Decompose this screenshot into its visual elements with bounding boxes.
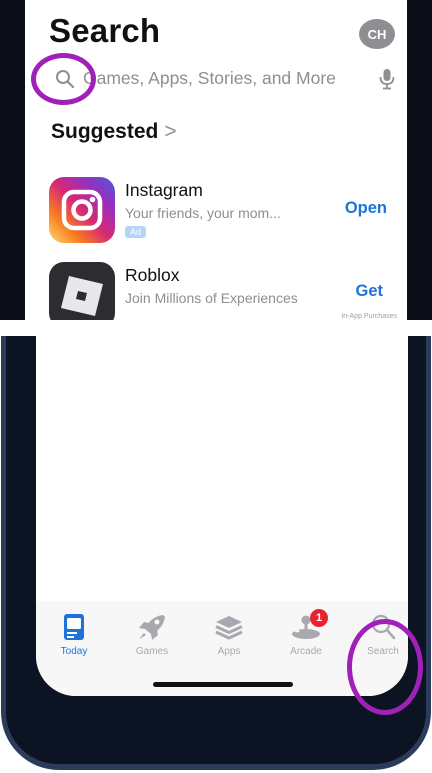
top-screenshot-panel: Search CH Suggested > [0, 0, 432, 320]
joystick-icon: 1 [276, 609, 336, 641]
app-name: Instagram [125, 180, 203, 200]
suggested-section-link[interactable]: Suggested > [51, 120, 177, 144]
phone-screen: Today Games Apps 1 Arcade Search [36, 336, 408, 696]
tab-arcade[interactable]: 1 Arcade [276, 609, 336, 657]
tab-label: Search [367, 646, 399, 657]
page-title: Search [49, 12, 161, 49]
tab-today[interactable]: Today [44, 613, 104, 657]
panel-divider [0, 320, 432, 336]
ad-badge: Ad [125, 226, 147, 238]
tab-games[interactable]: Games [122, 613, 182, 657]
today-icon [44, 613, 104, 641]
search-input[interactable] [83, 63, 373, 93]
tab-label: Apps [217, 646, 241, 657]
get-button[interactable]: Get [355, 282, 383, 301]
in-app-purchases-note: In-App Purchases [341, 313, 397, 320]
tab-label: Arcade [290, 646, 322, 657]
stack-icon [199, 613, 259, 641]
search-icon [55, 69, 75, 94]
search-bar[interactable] [37, 60, 397, 96]
arcade-badge: 1 [310, 609, 328, 627]
tab-apps[interactable]: Apps [199, 613, 259, 657]
open-button[interactable]: Open [345, 199, 387, 218]
tab-label: Today [60, 646, 88, 657]
chevron-right-icon: > [164, 120, 177, 143]
app-store-search-screen: Search CH Suggested > [25, 0, 407, 320]
instagram-icon [49, 177, 115, 243]
app-subtitle: Join Millions of Experiences [125, 290, 298, 306]
suggested-app-row-instagram[interactable]: Instagram Your friends, your mom... Ad O… [49, 177, 399, 247]
app-subtitle: Your friends, your mom... [125, 205, 281, 221]
roblox-icon [49, 262, 115, 320]
rocket-icon [122, 613, 182, 641]
search-icon [353, 613, 408, 641]
tab-search[interactable]: Search [353, 613, 408, 657]
bottom-screenshot-panel: Today Games Apps 1 Arcade Search [0, 336, 432, 773]
suggested-app-row-roblox[interactable]: Roblox Join Millions of Experiences Get … [49, 262, 399, 320]
tab-label: Games [135, 646, 169, 657]
home-indicator[interactable] [153, 682, 293, 687]
phone-bezel: Today Games Apps 1 Arcade Search [6, 336, 426, 764]
account-avatar[interactable]: CH [359, 19, 395, 49]
suggested-title: Suggested [51, 120, 159, 143]
app-name: Roblox [125, 265, 180, 285]
microphone-icon[interactable] [379, 68, 395, 95]
